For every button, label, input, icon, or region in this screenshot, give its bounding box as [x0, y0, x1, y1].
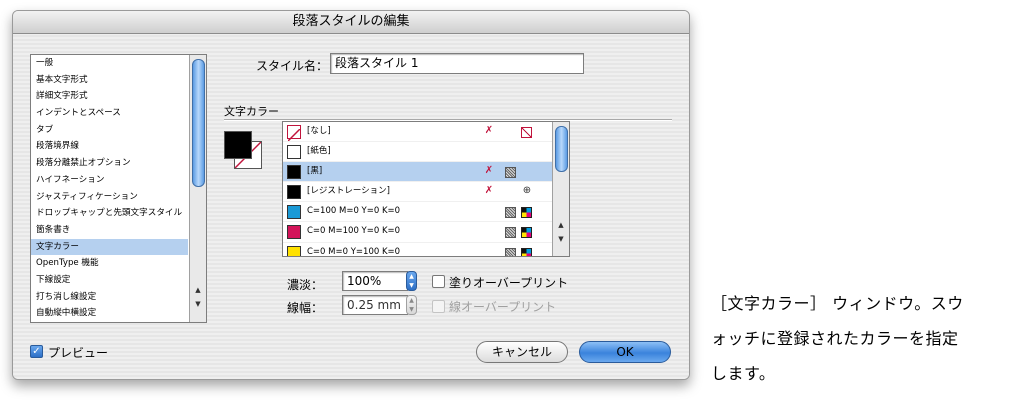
process-type-icon: [505, 167, 516, 179]
category-scrollbar[interactable]: ▲ ▼: [189, 55, 206, 322]
swatch-name: C=0 M=100 Y=0 K=0: [307, 226, 401, 237]
cmyk-mode-icon: [521, 207, 532, 219]
overprint-fill-label: 塗りオーバープリント: [449, 276, 569, 290]
section-title: 文字カラー: [224, 105, 279, 118]
caption-line-1: ［文字カラー］ ウィンドウ。スウ: [711, 294, 964, 313]
category-item[interactable]: 下線設定: [31, 272, 188, 289]
swatch-name: [黒]: [307, 166, 323, 177]
style-name-input[interactable]: 段落スタイル 1: [330, 53, 584, 74]
cmyk-mode-icon: [521, 247, 532, 256]
swatch-name: C=0 M=0 Y=100 K=0: [307, 246, 401, 257]
swatch-name: [レジストレーション]: [307, 186, 390, 197]
overprint-fill-checkbox[interactable]: [432, 275, 445, 288]
swatch-chip: [287, 165, 301, 180]
tint-input[interactable]: 100%: [342, 271, 408, 291]
swatch-row[interactable]: C=0 M=0 Y=100 K=0: [283, 243, 552, 257]
registration-icon: ⊕: [522, 185, 532, 197]
category-scroll-thumb[interactable]: [192, 59, 205, 187]
no-edit-icon: ✗: [484, 165, 494, 177]
category-item[interactable]: 段落分離禁止オプション: [31, 155, 188, 172]
process-type-icon: [505, 207, 516, 219]
category-item[interactable]: インデントとスペース: [31, 105, 188, 122]
category-item[interactable]: OpenType 機能: [31, 255, 188, 272]
swatch-scrollbar[interactable]: ▲ ▼: [552, 122, 569, 256]
overprint-stroke-checkbox[interactable]: [432, 300, 445, 313]
tint-stepper[interactable]: ▲ ▼: [406, 271, 417, 291]
swatch-name: C=100 M=0 Y=0 K=0: [307, 206, 401, 217]
category-item[interactable]: ハイフネーション: [31, 172, 188, 189]
category-item[interactable]: 自動縦中横設定: [31, 305, 188, 322]
preview-checkbox[interactable]: ✓: [30, 345, 43, 358]
caption-line-2: ォッチに登録されたカラーを指定: [711, 329, 959, 348]
process-type-icon: [505, 247, 516, 256]
scroll-down-arrow-icon[interactable]: ▼: [190, 298, 206, 311]
weight-label: 線幅：: [287, 301, 324, 315]
no-edit-icon: ✗: [484, 185, 494, 197]
swatch-chip: [287, 245, 301, 256]
swatch-chip: [287, 205, 301, 220]
swatch-row[interactable]: [紙色]: [283, 142, 552, 163]
cancel-button[interactable]: キャンセル: [476, 341, 568, 363]
cmyk-mode-icon: [521, 227, 532, 239]
category-item[interactable]: 基本文字形式: [31, 72, 188, 89]
none-swatch-icon: [521, 127, 532, 138]
swatch-row[interactable]: [なし] ✗: [283, 122, 552, 143]
swatch-chip: [287, 185, 301, 200]
swatch-chip: [287, 225, 301, 240]
fill-swatch[interactable]: [224, 131, 252, 159]
category-item[interactable]: 詳細文字形式: [31, 88, 188, 105]
style-name-label: スタイル名：: [256, 59, 329, 73]
swatch-row[interactable]: [レジストレーション] ✗ ⊕: [283, 182, 552, 203]
preview-label: プレビュー: [48, 346, 109, 360]
scroll-up-arrow-icon[interactable]: ▲: [190, 284, 206, 297]
weight-input[interactable]: 0.25 mm: [342, 295, 408, 315]
swatch-row[interactable]: C=0 M=100 Y=0 K=0: [283, 222, 552, 243]
category-item[interactable]: 一般: [31, 55, 188, 72]
swatch-scroll-down-arrow-icon[interactable]: ▼: [553, 233, 569, 246]
swatch-row[interactable]: C=100 M=0 Y=0 K=0: [283, 202, 552, 223]
swatch-list[interactable]: [なし] ✗ [紙色] [黒] ✗ [レジストレーション] ✗ ⊕ C=100 M=0 Y=0 …: [282, 121, 570, 257]
category-item[interactable]: ジャスティフィケーション: [31, 189, 188, 206]
category-item[interactable]: 文字カラー: [31, 238, 188, 256]
process-type-icon: [505, 227, 516, 239]
swatch-row[interactable]: [黒] ✗: [283, 162, 552, 183]
category-item[interactable]: ドロップキャップと先頭文字スタイル: [31, 205, 188, 222]
fill-stroke-proxy[interactable]: [224, 131, 262, 169]
swatch-name: [なし]: [307, 126, 331, 136]
ok-button[interactable]: OK: [579, 341, 671, 363]
category-item[interactable]: 箇条書き: [31, 222, 188, 239]
category-item[interactable]: 段落境界線: [31, 138, 188, 155]
dialog-title: 段落スタイルの編集: [13, 11, 689, 34]
swatch-chip: [287, 125, 301, 142]
overprint-stroke-label: 線オーバープリント: [449, 300, 557, 314]
swatch-scroll-thumb[interactable]: [555, 126, 568, 172]
caption-line-3: します。: [711, 364, 776, 383]
swatch-scroll-up-arrow-icon[interactable]: ▲: [553, 219, 569, 232]
paragraph-style-dialog: 段落スタイルの編集 一般 基本文字形式 詳細文字形式 インデントとスペース タブ 段落境界…: [12, 10, 690, 380]
category-list[interactable]: 一般 基本文字形式 詳細文字形式 インデントとスペース タブ 段落境界線 段落分離禁止オプシ…: [30, 54, 207, 323]
swatch-chip: [287, 145, 301, 160]
tint-label: 濃淡：: [287, 278, 324, 292]
no-edit-icon: ✗: [484, 125, 494, 136]
weight-stepper[interactable]: ▲ ▼: [406, 295, 417, 315]
swatch-name: [紙色]: [307, 146, 331, 157]
category-item[interactable]: タブ: [31, 122, 188, 139]
category-item[interactable]: 打ち消し線設定: [31, 289, 188, 306]
